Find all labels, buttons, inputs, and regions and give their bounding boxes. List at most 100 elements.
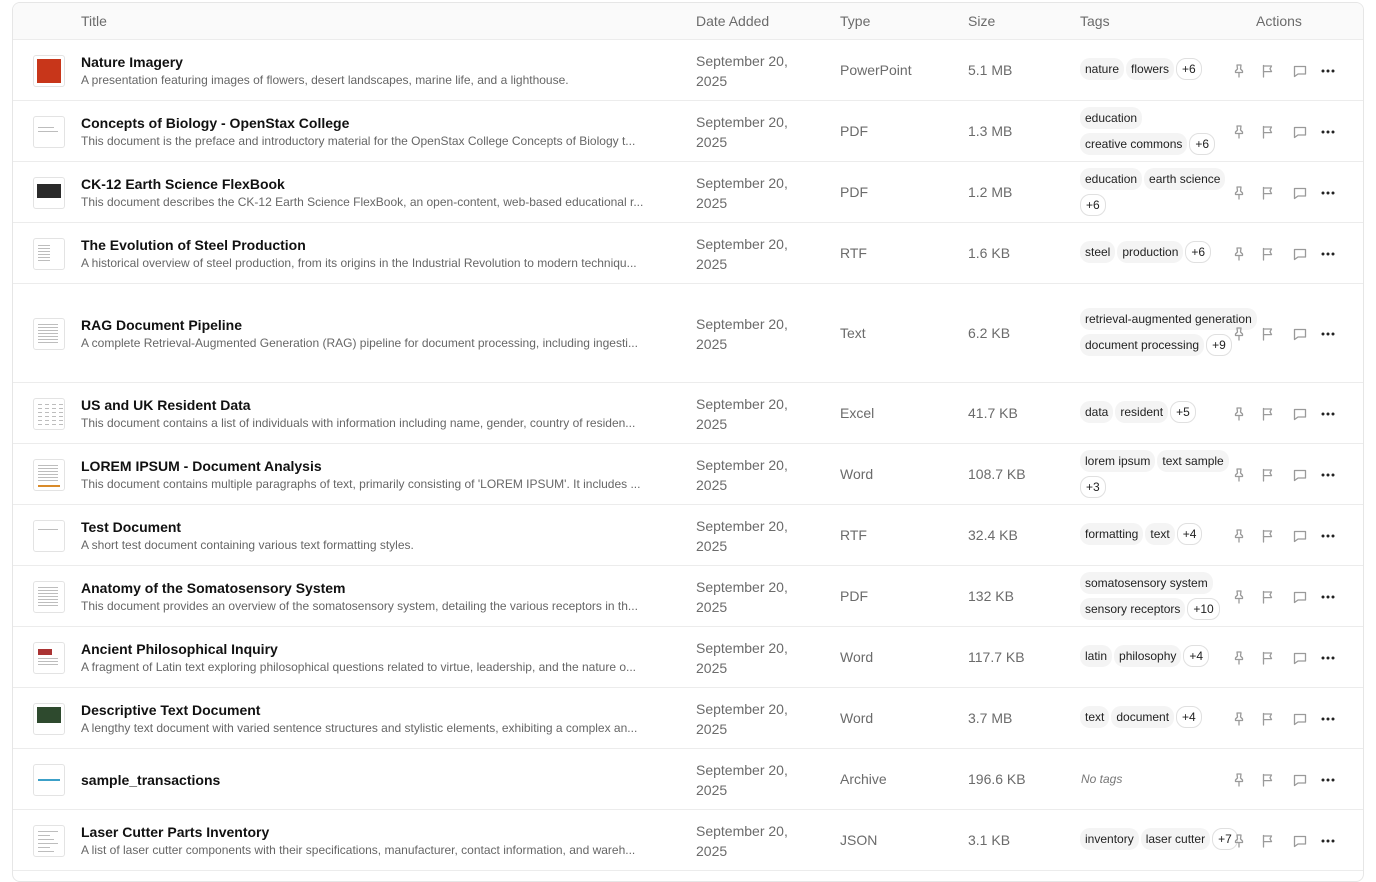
more-tags-badge[interactable]: +4	[1176, 705, 1202, 728]
document-title[interactable]: Test Document	[81, 518, 681, 536]
title-cell[interactable]: sample_transactions	[81, 771, 681, 789]
document-title[interactable]: The Evolution of Steel Production	[81, 236, 681, 254]
more-tags-badge[interactable]: +6	[1080, 194, 1106, 216]
tag-chip[interactable]: text sample	[1157, 450, 1229, 472]
tag-chip[interactable]: lorem ipsum	[1080, 450, 1156, 472]
tag-chip[interactable]: philosophy	[1114, 644, 1182, 667]
document-title[interactable]: Ancient Philosophical Inquiry	[81, 640, 681, 658]
tag-chip[interactable]: education	[1080, 107, 1143, 129]
table-row[interactable]: Ancient Philosophical Inquiry A fragment …	[13, 627, 1363, 688]
comment-icon[interactable]	[1292, 185, 1308, 201]
tag-chip[interactable]: latin	[1080, 644, 1113, 667]
more-horizontal-icon[interactable]	[1320, 467, 1336, 483]
flag-icon[interactable]	[1260, 185, 1276, 201]
tag-chip[interactable]: flowers	[1126, 57, 1175, 80]
comment-icon[interactable]	[1292, 711, 1308, 727]
more-tags-badge[interactable]: +10	[1187, 598, 1220, 620]
title-cell[interactable]: Test Document A short test document conta…	[81, 518, 681, 554]
tag-chip[interactable]: laser cutter	[1140, 827, 1211, 850]
table-row[interactable]: RAG Document Pipeline A complete Retrieva…	[13, 284, 1363, 383]
table-row[interactable]: US and UK Resident Data This document con…	[13, 383, 1363, 444]
more-horizontal-icon[interactable]	[1320, 326, 1336, 342]
more-horizontal-icon[interactable]	[1320, 246, 1336, 262]
pin-icon[interactable]	[1231, 711, 1247, 727]
table-row[interactable]: Descriptive Text Document A lengthy text …	[13, 688, 1363, 749]
more-tags-badge[interactable]: +4	[1176, 522, 1203, 545]
pin-icon[interactable]	[1231, 246, 1247, 262]
table-row[interactable]: sample_transactions September 20, 2025 Arch…	[13, 749, 1363, 810]
tag-chip[interactable]: creative commons	[1080, 133, 1188, 155]
more-horizontal-icon[interactable]	[1320, 406, 1336, 422]
more-horizontal-icon[interactable]	[1320, 185, 1336, 201]
flag-icon[interactable]	[1260, 246, 1276, 262]
tag-chip[interactable]: text	[1080, 705, 1110, 728]
table-row[interactable]: Nature Imagery A presentation featuring i…	[13, 40, 1363, 101]
pin-icon[interactable]	[1231, 326, 1247, 342]
document-title[interactable]: RAG Document Pipeline	[81, 316, 681, 334]
table-row[interactable]: Laser Cutter Parts Inventory A list of la…	[13, 810, 1363, 871]
more-horizontal-icon[interactable]	[1320, 711, 1336, 727]
document-title[interactable]: sample_transactions	[81, 771, 681, 789]
table-row[interactable]: Anatomy of the Somatosensory System This …	[13, 566, 1363, 627]
comment-icon[interactable]	[1292, 589, 1308, 605]
header-type[interactable]: Type	[840, 3, 870, 40]
more-tags-badge[interactable]: +3	[1080, 476, 1106, 498]
document-title[interactable]: Anatomy of the Somatosensory System	[81, 579, 681, 597]
flag-icon[interactable]	[1260, 772, 1276, 788]
document-title[interactable]: Laser Cutter Parts Inventory	[81, 823, 681, 841]
header-title[interactable]: Title	[81, 3, 107, 40]
table-row[interactable]: The Evolution of Steel Production A histo…	[13, 223, 1363, 284]
tag-chip[interactable]: text	[1145, 522, 1175, 545]
tag-chip[interactable]: production	[1117, 240, 1184, 263]
document-title[interactable]: Nature Imagery	[81, 53, 681, 71]
table-row[interactable]: LOREM IPSUM - Document Analysis This docu…	[13, 444, 1363, 505]
more-tags-badge[interactable]: +4	[1183, 644, 1210, 667]
comment-icon[interactable]	[1292, 124, 1308, 140]
pin-icon[interactable]	[1231, 528, 1247, 544]
more-horizontal-icon[interactable]	[1320, 124, 1336, 140]
more-tags-badge[interactable]: +6	[1185, 240, 1212, 263]
title-cell[interactable]: RAG Document Pipeline A complete Retrieva…	[81, 316, 681, 352]
comment-icon[interactable]	[1292, 406, 1308, 422]
document-title[interactable]: CK-12 Earth Science FlexBook	[81, 175, 681, 193]
tag-chip[interactable]: resident	[1115, 400, 1169, 423]
pin-icon[interactable]	[1231, 124, 1247, 140]
pin-icon[interactable]	[1231, 833, 1247, 849]
tag-chip[interactable]: somatosensory system	[1080, 572, 1213, 594]
more-horizontal-icon[interactable]	[1320, 528, 1336, 544]
more-horizontal-icon[interactable]	[1320, 772, 1336, 788]
more-horizontal-icon[interactable]	[1320, 650, 1336, 666]
pin-icon[interactable]	[1231, 650, 1247, 666]
pin-icon[interactable]	[1231, 406, 1247, 422]
tag-chip[interactable]: data	[1080, 400, 1114, 423]
flag-icon[interactable]	[1260, 833, 1276, 849]
comment-icon[interactable]	[1292, 63, 1308, 79]
title-cell[interactable]: Nature Imagery A presentation featuring i…	[81, 53, 681, 89]
table-row[interactable]: Test Document A short test document conta…	[13, 505, 1363, 566]
more-horizontal-icon[interactable]	[1320, 833, 1336, 849]
comment-icon[interactable]	[1292, 772, 1308, 788]
title-cell[interactable]: Anatomy of the Somatosensory System This …	[81, 579, 681, 615]
document-title[interactable]: Concepts of Biology - OpenStax College	[81, 114, 681, 132]
comment-icon[interactable]	[1292, 467, 1308, 483]
title-cell[interactable]: LOREM IPSUM - Document Analysis This docu…	[81, 457, 681, 493]
title-cell[interactable]: Laser Cutter Parts Inventory A list of la…	[81, 823, 681, 859]
pin-icon[interactable]	[1231, 772, 1247, 788]
tag-chip[interactable]: steel	[1080, 240, 1116, 263]
flag-icon[interactable]	[1260, 528, 1276, 544]
document-title[interactable]: LOREM IPSUM - Document Analysis	[81, 457, 681, 475]
comment-icon[interactable]	[1292, 833, 1308, 849]
tag-chip[interactable]: document	[1111, 705, 1175, 728]
flag-icon[interactable]	[1260, 589, 1276, 605]
flag-icon[interactable]	[1260, 467, 1276, 483]
more-horizontal-icon[interactable]	[1320, 589, 1336, 605]
more-tags-badge[interactable]: +6	[1176, 57, 1202, 80]
flag-icon[interactable]	[1260, 124, 1276, 140]
pin-icon[interactable]	[1231, 467, 1247, 483]
more-horizontal-icon[interactable]	[1320, 63, 1336, 79]
title-cell[interactable]: Descriptive Text Document A lengthy text …	[81, 701, 681, 737]
document-title[interactable]: US and UK Resident Data	[81, 396, 681, 414]
tag-chip[interactable]: earth science	[1144, 168, 1226, 190]
comment-icon[interactable]	[1292, 528, 1308, 544]
tag-chip[interactable]: inventory	[1080, 827, 1139, 850]
